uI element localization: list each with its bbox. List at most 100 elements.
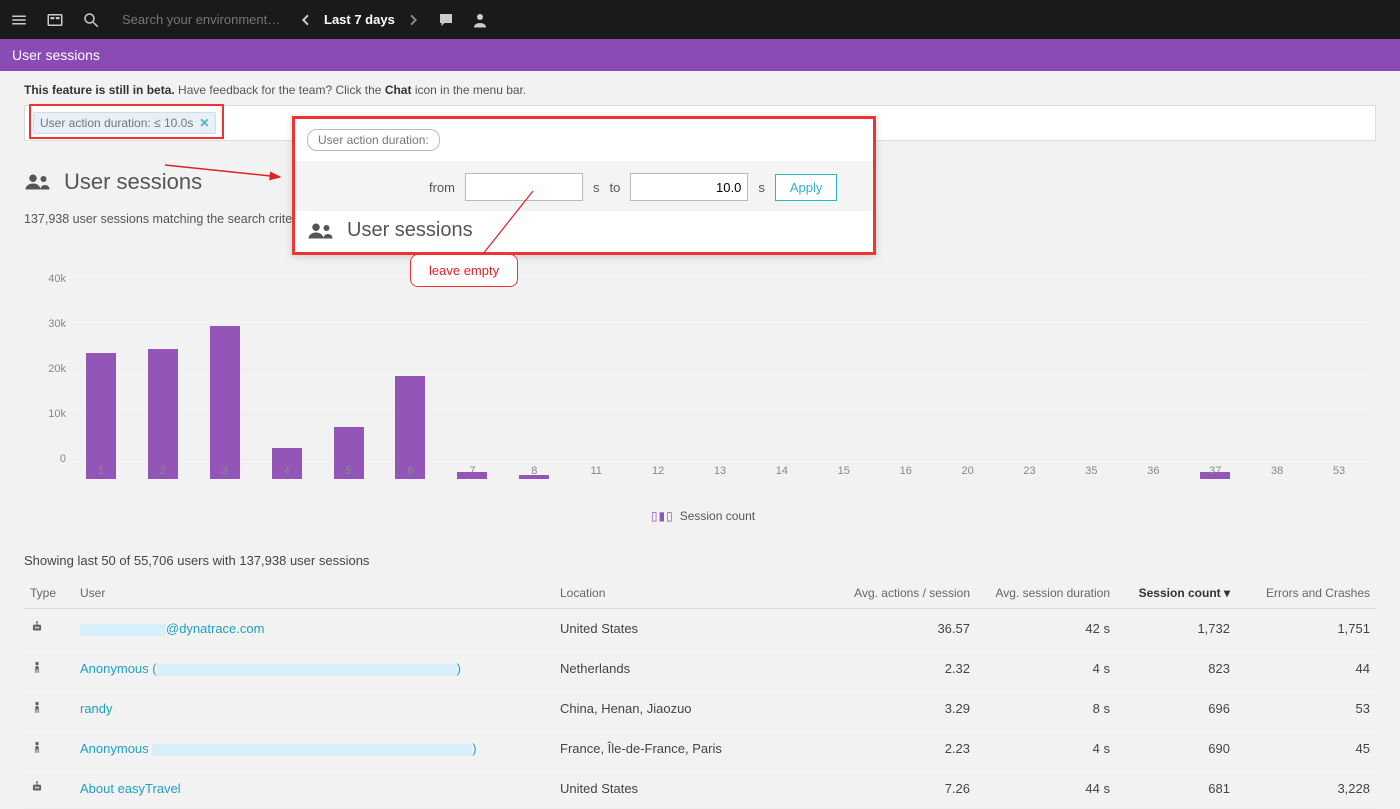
col-location[interactable]: Location [554,578,836,609]
chat-icon[interactable] [437,11,455,29]
cell-location: United States [554,609,836,649]
section-heading: User sessions [64,169,202,195]
range-from-input[interactable] [465,173,583,201]
chevron-right-icon[interactable] [405,12,421,28]
cell-avg_actions: 3.29 [836,689,976,729]
dashboard-icon[interactable] [46,11,64,29]
cell-sessions: 690 [1116,729,1236,769]
table-row[interactable]: About easyTravelUnited States7.2644 s681… [24,769,1376,809]
robot-icon [24,609,74,649]
robot-icon [24,769,74,809]
chart-xtick: 11 [581,465,611,477]
col-avg-duration[interactable]: Avg. session duration [976,578,1116,609]
chart-xtick: 15 [829,465,859,477]
cell-avg_actions: 2.23 [836,729,976,769]
cell-errors: 44 [1236,649,1376,689]
chart-xtick: 53 [1324,465,1354,477]
chart-legend: ▯▮▯Session count [30,509,1376,523]
people-icon [24,171,54,193]
people-icon [307,220,337,242]
chart-xtick: 8 [519,465,549,477]
filter-editor-popup: User action duration: from s to s Apply … [292,116,876,255]
range-to-input[interactable] [630,173,748,201]
chart-xtick: 23 [1015,465,1045,477]
chart-xtick: 20 [953,465,983,477]
timeframe-selector[interactable]: Last 7 days [298,12,421,28]
col-type[interactable]: Type [24,578,74,609]
col-avg-actions[interactable]: Avg. actions / session [836,578,976,609]
cell-location: France, Île-de-France, Paris [554,729,836,769]
chart-xtick: 36 [1138,465,1168,477]
user-link[interactable]: randy [80,701,113,716]
chart-bar[interactable] [148,349,178,480]
chart-xtick: 3 [210,465,240,477]
chart-xtick: 4 [272,465,302,477]
chevron-left-icon[interactable] [298,12,314,28]
filter-chip-remove-icon[interactable]: ✕ [199,116,209,130]
table-summary: Showing last 50 of 55,706 users with 137… [24,553,1376,568]
range-from-label: from [429,180,455,195]
cell-location: United States [554,769,836,809]
table-row[interactable]: randy China, Henan, Jiaozuo3.298 s69653 [24,689,1376,729]
filter-chip-duration[interactable]: User action duration: ≤ 10.0s ✕ [33,112,216,134]
chart-xtick: 2 [148,465,178,477]
chart-xtick: 13 [705,465,735,477]
cell-errors: 53 [1236,689,1376,729]
user-link[interactable]: @dynatrace.com [80,621,264,636]
annotation-leave-empty: leave empty [410,254,518,287]
timeframe-label: Last 7 days [324,12,395,27]
filter-chip-label: User action duration: ≤ 10.0s [40,116,193,130]
user-link[interactable]: Anonymous () [80,661,461,676]
chart-xtick: 12 [643,465,673,477]
cell-location: China, Henan, Jiaozuo [554,689,836,729]
cell-sessions: 696 [1116,689,1236,729]
chart-xtick: 7 [457,465,487,477]
col-session-count[interactable]: Session count ▾ [1116,578,1236,609]
chart-xtick: 35 [1076,465,1106,477]
person-icon [24,689,74,729]
cell-errors: 3,228 [1236,769,1376,809]
col-errors[interactable]: Errors and Crashes [1236,578,1376,609]
hamburger-icon[interactable] [10,11,28,29]
global-search-input[interactable] [122,12,298,27]
cell-avg_actions: 2.32 [836,649,976,689]
page-title-bar: User sessions [0,39,1400,71]
users-table: Type User Location Avg. actions / sessio… [24,578,1376,809]
cell-sessions: 1,732 [1116,609,1236,649]
cell-avg_actions: 7.26 [836,769,976,809]
beta-bold: This feature is still in beta. [24,83,175,97]
cell-location: Netherlands [554,649,836,689]
cell-errors: 45 [1236,729,1376,769]
page-title: User sessions [12,47,100,63]
filter-editor-chip[interactable]: User action duration: [307,129,440,151]
cell-avg_duration: 44 s [976,769,1116,809]
chart-xtick: 38 [1262,465,1292,477]
chart-xtick: 14 [767,465,797,477]
cell-avg_duration: 4 s [976,729,1116,769]
table-row[interactable]: Anonymous () Netherlands2.324 s82344 [24,649,1376,689]
cell-avg_duration: 4 s [976,649,1116,689]
chart-bar[interactable] [395,376,425,480]
beta-notice: This feature is still in beta. Have feed… [24,83,1376,97]
table-row[interactable]: Anonymous ) France, Île-de-France, Paris2… [24,729,1376,769]
chart-xtick: 16 [891,465,921,477]
chart-bar[interactable] [210,326,240,479]
cell-avg_duration: 42 s [976,609,1116,649]
top-bar: Last 7 days [0,0,1400,39]
user-link[interactable]: About easyTravel [80,781,181,796]
table-row[interactable]: @dynatrace.comUnited States36.5742 s1,73… [24,609,1376,649]
chart-xtick: 5 [334,465,364,477]
cell-errors: 1,751 [1236,609,1376,649]
range-to-label: to [610,180,621,195]
search-icon[interactable] [82,11,100,29]
apply-button[interactable]: Apply [775,174,838,201]
person-icon [24,649,74,689]
chart-xtick: 37 [1200,465,1230,477]
chart-bar[interactable] [86,353,116,479]
cell-avg_duration: 8 s [976,689,1116,729]
user-icon[interactable] [471,11,489,29]
col-user[interactable]: User [74,578,554,609]
user-link[interactable]: Anonymous ) [80,741,477,756]
cell-sessions: 823 [1116,649,1236,689]
chart-xtick: 6 [395,465,425,477]
